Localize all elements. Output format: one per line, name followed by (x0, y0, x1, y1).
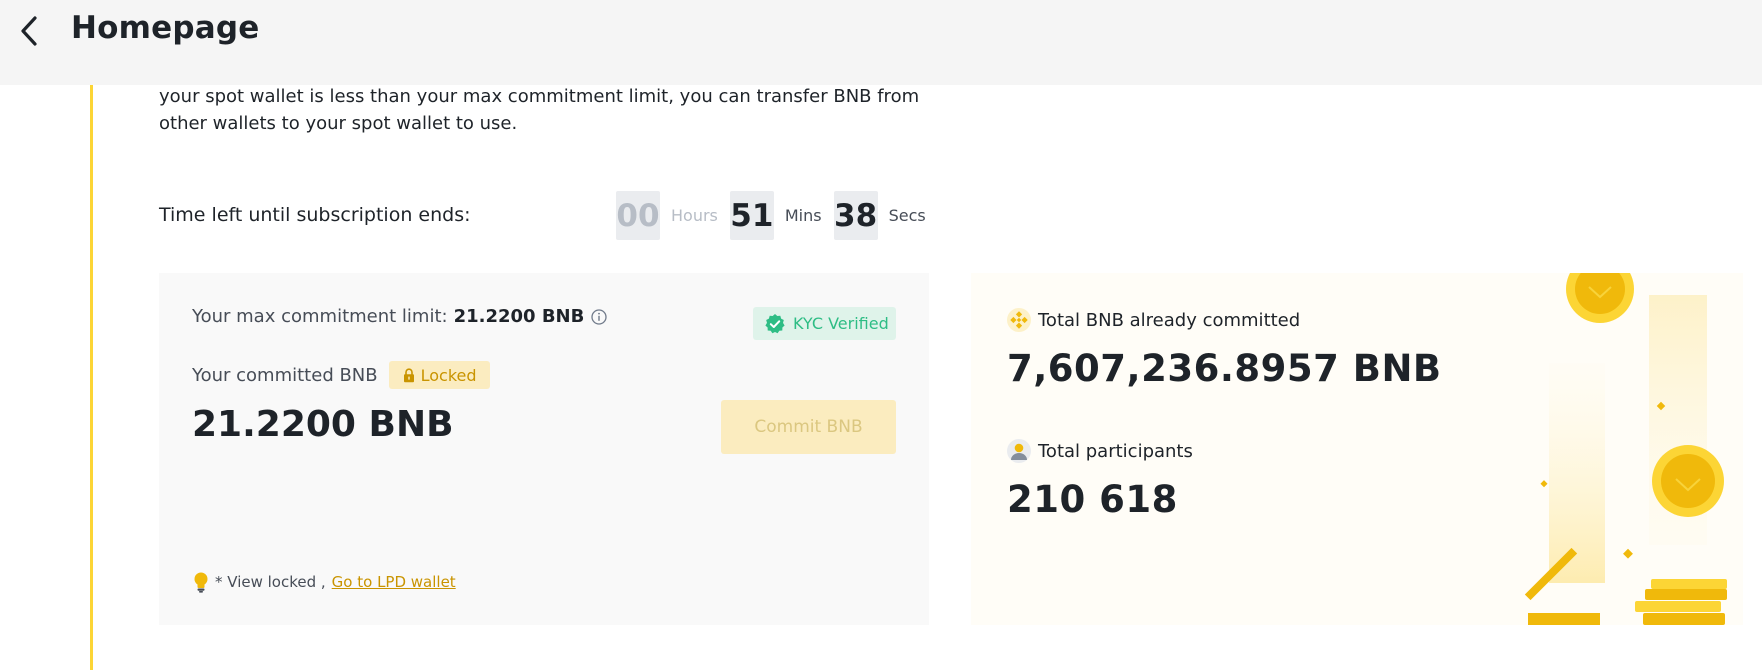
countdown-label: Time left until subscription ends: (159, 204, 471, 226)
chevron-left-icon (21, 16, 37, 46)
top-header: Homepage (0, 0, 1762, 85)
mins-unit: Mins (784, 206, 822, 225)
committed-value: 21.2200 BNB (192, 404, 454, 445)
total-committed-label: Total BNB already committed (1038, 309, 1301, 331)
kyc-verified-badge: KYC Verified (753, 307, 896, 340)
committed-row: Your committed BNB Locked (192, 361, 490, 389)
locked-label: Locked (420, 365, 477, 385)
total-committed-label-row: Total BNB already committed (1007, 308, 1300, 332)
commit-card: Your max commitment limit: 21.2200 BNB K… (159, 273, 929, 625)
locked-badge: Locked (388, 361, 490, 389)
hours-box: 00 (616, 191, 660, 240)
kyc-label: KYC Verified (793, 314, 889, 333)
participants-label: Total participants (1038, 440, 1193, 462)
lock-icon (403, 367, 415, 383)
page-title: Homepage (71, 10, 260, 46)
committed-label: Your committed BNB (192, 364, 378, 386)
max-commitment-row: Your max commitment limit: 21.2200 BNB (192, 306, 607, 327)
back-button[interactable] (14, 14, 44, 48)
info-circle-icon[interactable] (591, 308, 607, 325)
stats-card: Total BNB already committed 7,607,236.89… (971, 273, 1743, 625)
countdown-timer: 00 Hours 51 Mins 38 Secs (616, 191, 938, 240)
timeline-line (90, 85, 93, 670)
participants-value: 210 618 (1007, 478, 1178, 521)
go-to-lpd-wallet-link[interactable]: Go to LPD wallet (332, 573, 456, 591)
limit-value: 21.2200 BNB (453, 306, 585, 327)
user-icon (1007, 439, 1031, 463)
lightbulb-icon (192, 571, 210, 593)
view-locked-row: * View locked , Go to LPD wallet (192, 571, 456, 593)
bnb-logo-icon (1007, 308, 1031, 332)
hours-unit: Hours (671, 206, 718, 225)
commit-bnb-button[interactable]: Commit BNB (721, 400, 896, 454)
total-committed-value: 7,607,236.8957 BNB (1007, 347, 1442, 390)
limit-label: Your max commitment limit: (192, 306, 448, 327)
intro-text: your spot wallet is less than your max c… (159, 86, 920, 134)
mins-box: 51 (729, 191, 774, 240)
check-circle-icon (764, 313, 786, 335)
view-locked-text: * View locked , (215, 573, 326, 591)
participants-label-row: Total participants (1007, 439, 1193, 463)
secs-box: 38 (833, 191, 878, 240)
secs-unit: Secs (888, 206, 926, 225)
